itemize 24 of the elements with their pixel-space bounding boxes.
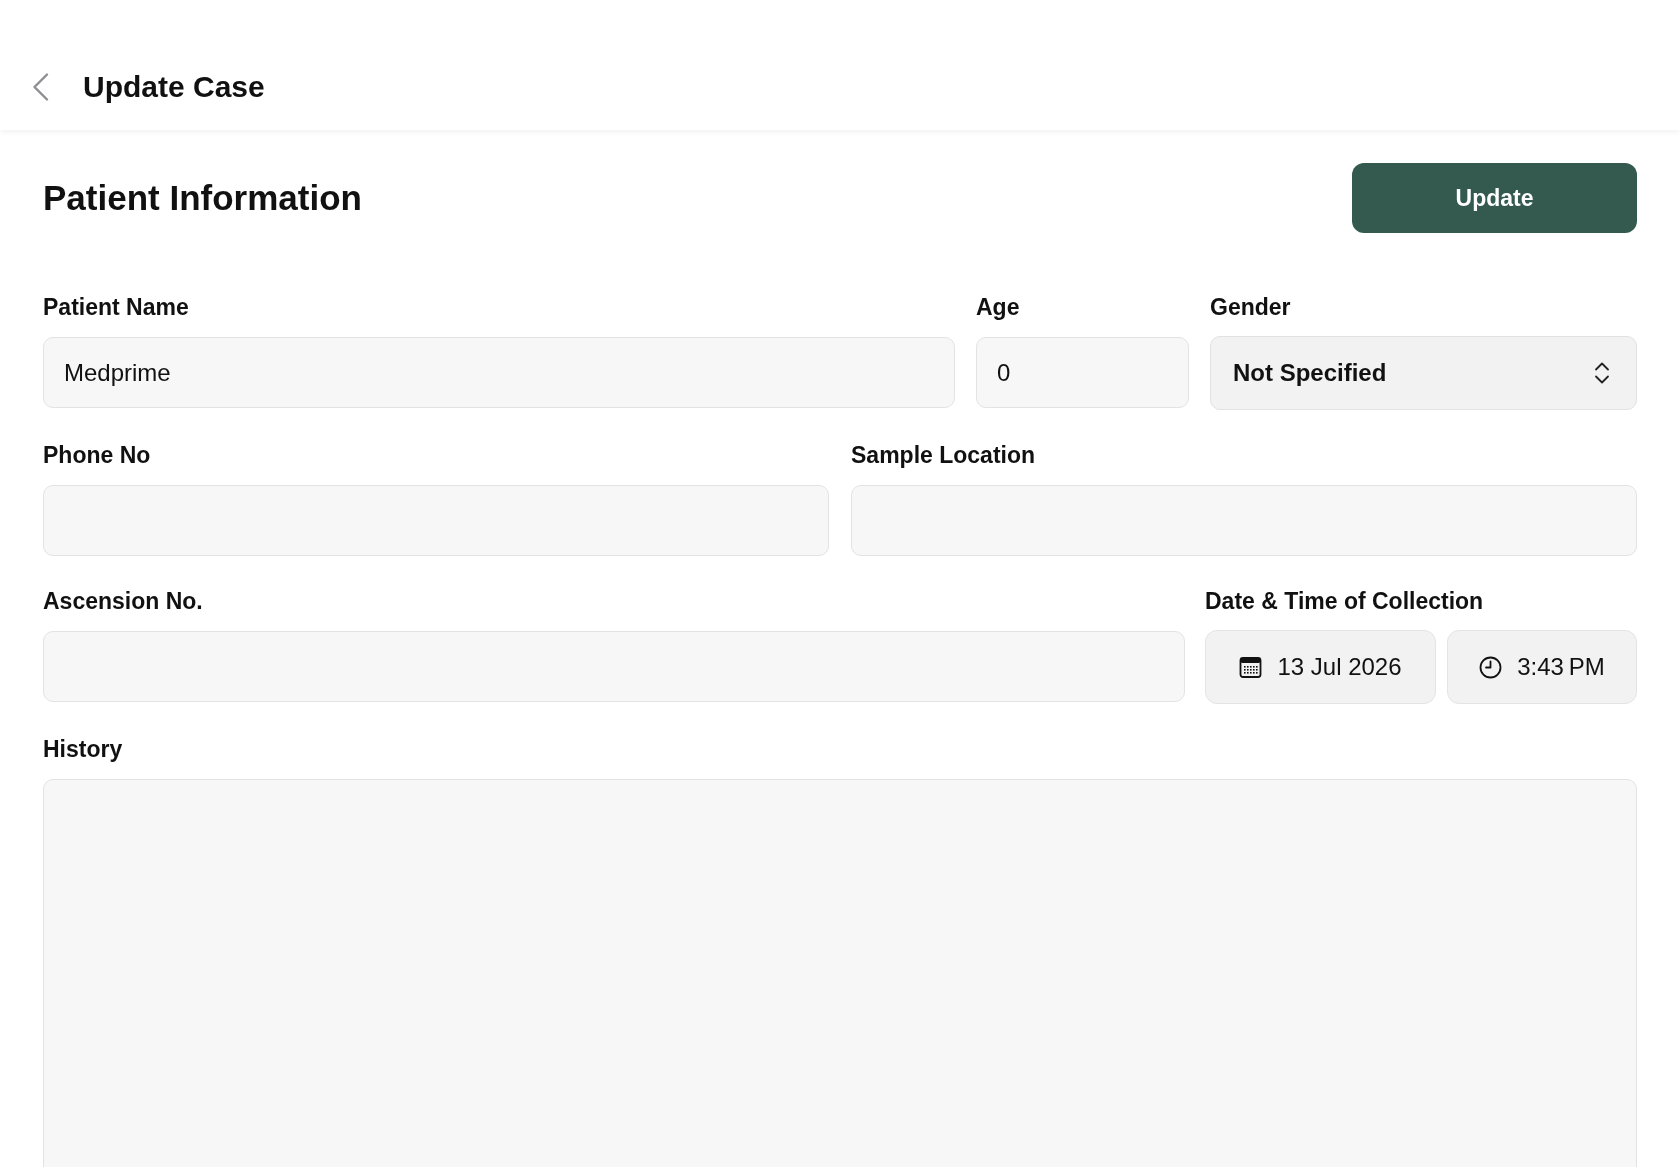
input-field[interactable] <box>851 485 1637 556</box>
gender-select[interactable]: Not Specified <box>1210 336 1637 410</box>
input-field[interactable] <box>43 485 829 556</box>
field-label: Date & Time of Collection <box>1205 587 1484 615</box>
field-label: Ascension No. <box>43 587 203 615</box>
section-title: Patient Information <box>43 178 362 218</box>
field-label: Patient Name <box>43 293 189 321</box>
update-button[interactable]: Update <box>1352 163 1637 233</box>
field-label: Age <box>976 293 1020 321</box>
field-label: Gender <box>1210 293 1291 321</box>
chevron-up-down-icon <box>1594 361 1610 385</box>
field-label: History <box>43 735 123 763</box>
field-label: Sample Location <box>851 441 1036 469</box>
input-field[interactable]: 0 <box>976 337 1189 408</box>
date-button[interactable]: 13 Jul 2026 <box>1205 630 1436 704</box>
clock-icon <box>1479 655 1503 679</box>
input-field[interactable]: Medprime <box>43 337 955 408</box>
time-button[interactable]: 3:43 PM <box>1447 630 1637 704</box>
text-area[interactable] <box>43 779 1637 1167</box>
page-title: Update Case <box>83 70 265 104</box>
input-field[interactable] <box>43 631 1185 702</box>
field-label: Phone No <box>43 441 151 469</box>
calendar-icon <box>1239 655 1263 679</box>
chevron-left-icon[interactable] <box>31 72 50 102</box>
